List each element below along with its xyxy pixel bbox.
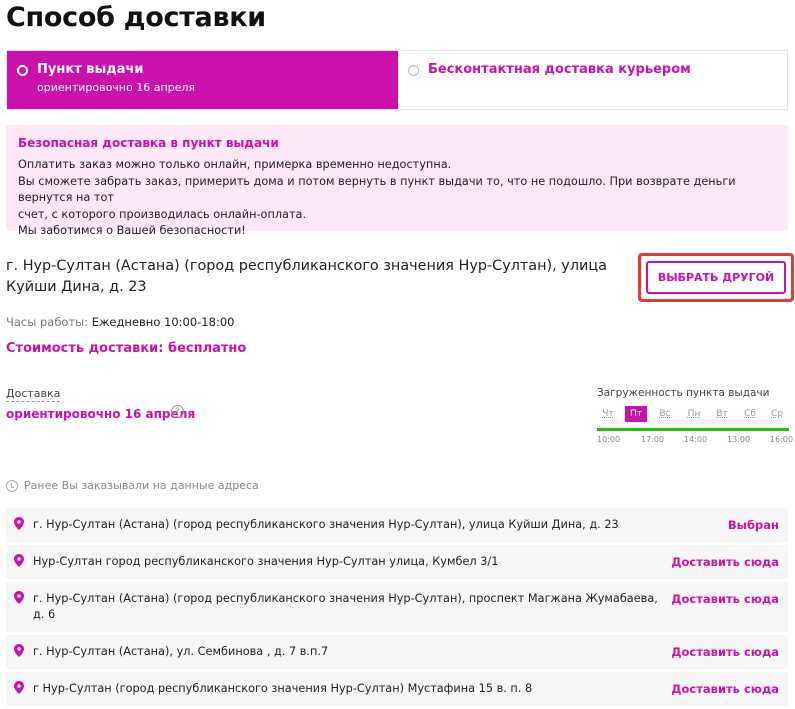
day-tab[interactable]: Пн xyxy=(683,406,705,422)
notice-title: Безопасная доставка в пункт выдачи xyxy=(18,136,279,150)
radio-empty-icon xyxy=(408,65,419,76)
map-pin-icon xyxy=(14,644,24,657)
address-history-list: г. Нур-Султан (Астана) (город республика… xyxy=(6,508,788,709)
list-item[interactable]: г. Нур-Султан (Астана), ул. Сембинова , … xyxy=(6,635,788,669)
delivery-label[interactable]: Доставка xyxy=(6,387,61,402)
notice-line: Вы сможете забрать заказ, примерить дома… xyxy=(18,174,736,205)
time-label: 16:00 xyxy=(770,435,794,444)
selected-label: Выбран xyxy=(727,518,779,532)
day-tab[interactable]: Вт xyxy=(711,406,733,422)
list-item[interactable]: г. Нур-Султан (Астана) (город республика… xyxy=(6,582,788,632)
tab-pickup-point-date: ориентировочно 16 апреля xyxy=(37,81,196,94)
time-label: 17:00 xyxy=(641,435,665,444)
page-title: Способ доставки xyxy=(6,2,266,33)
history-header: Ранее Вы заказывали на данные адреса xyxy=(6,479,259,492)
notice-line: счет, с которого производилась онлайн-оп… xyxy=(18,207,307,221)
list-item[interactable]: Нур-Султан город республиканского значен… xyxy=(6,545,788,579)
history-icon xyxy=(6,479,18,492)
delivery-cost: Стоимость доставки: бесплатно xyxy=(6,341,247,356)
time-label: 13:00 xyxy=(727,435,751,444)
day-tab-active[interactable]: Пт xyxy=(625,406,647,422)
delivery-method-tabs: Пункт выдачи ориентировочно 16 апреля Бе… xyxy=(6,50,788,110)
working-hours: Часы работы: Ежедневно 10:00-18:00 xyxy=(6,315,234,329)
deliver-here-link[interactable]: Доставить сюда xyxy=(671,591,779,607)
choose-other-button[interactable]: ВЫБРАТЬ ДРУГОЙ xyxy=(646,261,786,294)
deliver-here-link[interactable]: Доставить сюда xyxy=(671,554,779,570)
notice-line: Мы заботимся о Вашей безопасности! xyxy=(18,224,246,237)
map-pin-icon xyxy=(14,554,24,567)
load-bar xyxy=(597,428,789,431)
load-title: Загруженность пункта выдачи xyxy=(597,387,770,399)
day-tab[interactable]: Ср xyxy=(766,406,788,422)
map-pin-icon xyxy=(14,591,24,604)
history-title: Ранее Вы заказывали на данные адреса xyxy=(24,479,259,492)
load-times: 10:00 17:00 14:00 13:00 16:00 xyxy=(597,435,793,447)
map-pin-icon xyxy=(14,517,24,530)
day-tab[interactable]: Вс xyxy=(654,406,676,422)
delivery-date: ориентировочно 16 апреля xyxy=(6,407,196,421)
tab-pickup-point[interactable]: Пункт выдачи ориентировочно 16 апреля xyxy=(7,51,398,109)
address-text: г Нур-Султан (город республиканского зна… xyxy=(33,682,533,695)
map-pin-icon xyxy=(14,681,24,694)
tab-pickup-point-label: Пункт выдачи xyxy=(37,62,144,77)
working-hours-label: Часы работы: xyxy=(6,315,89,329)
tab-courier[interactable]: Бесконтактная доставка курьером xyxy=(398,51,787,109)
time-label: 10:00 xyxy=(597,435,621,444)
question-circle-icon[interactable]: ? xyxy=(171,405,184,418)
deliver-here-link[interactable]: Доставить сюда xyxy=(671,644,779,660)
address-text: г. Нур-Султан (Астана), ул. Сембинова , … xyxy=(33,645,329,658)
list-item[interactable]: г. Нур-Султан (Астана) (город республика… xyxy=(6,508,788,542)
time-label: 14:00 xyxy=(684,435,708,444)
load-days: Чт Пт Вс Пн Вт Сб Ср xyxy=(597,406,789,422)
address-text: Нур-Султан город республиканского значен… xyxy=(33,555,499,568)
radio-selected-icon xyxy=(17,65,28,76)
deliver-here-link[interactable]: Доставить сюда xyxy=(671,681,779,697)
list-item[interactable]: г Нур-Султан (город республиканского зна… xyxy=(6,672,788,706)
notice-line: Оплатить заказ можно только онлайн, прим… xyxy=(18,158,452,171)
day-tab[interactable]: Сб xyxy=(739,406,761,422)
safe-delivery-notice: Безопасная доставка в пункт выдачи Оплат… xyxy=(6,125,788,237)
day-tab[interactable]: Чт xyxy=(597,406,619,422)
working-hours-value: Ежедневно 10:00-18:00 xyxy=(91,315,235,329)
change-highlight: ВЫБРАТЬ ДРУГОЙ xyxy=(638,253,794,302)
address-text: г. Нур-Султан (Астана) (город республика… xyxy=(33,592,658,621)
pickup-address: г. Нур-Султан (Астана) (город республика… xyxy=(6,258,607,295)
address-text: г. Нур-Султан (Астана) (город республика… xyxy=(33,518,619,531)
tab-courier-label: Бесконтактная доставка курьером xyxy=(428,62,691,77)
